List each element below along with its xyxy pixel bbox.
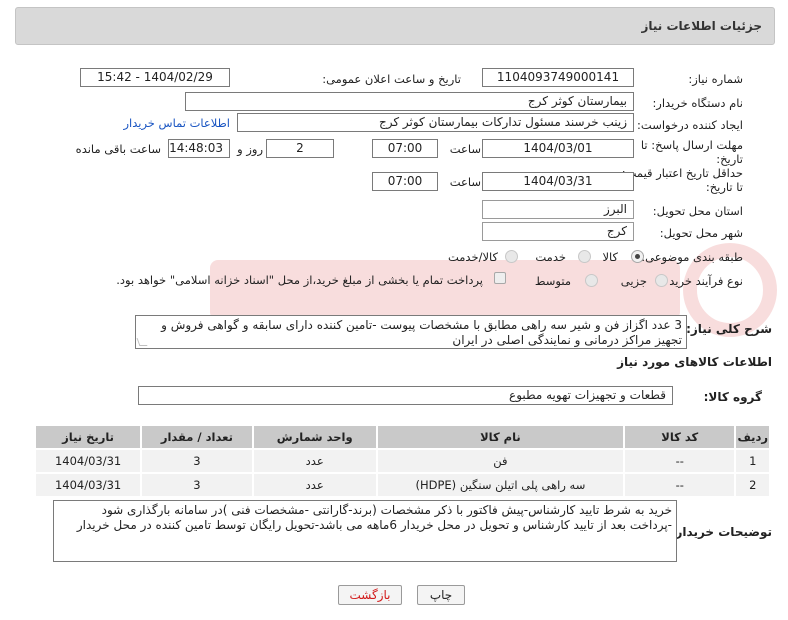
buyer-notes-text: خرید به شرط تایید کارشناس-پیش فاکتور با … <box>76 503 672 532</box>
table-header-row: ردیف کد کالا نام کالا واحد شمارش تعداد /… <box>33 424 771 450</box>
cell-unit: عدد <box>251 472 378 498</box>
cell-date: 1404/03/31 <box>33 448 143 474</box>
deadline-label-1: مهلت ارسال پاسخ: تا <box>640 138 743 152</box>
cell-code: -- <box>623 448 737 474</box>
col-name: نام کالا <box>375 424 626 450</box>
buyer-org-label: نام دستگاه خریدار: <box>652 96 743 110</box>
creator-field[interactable]: زینب خرسند مسئول تدارکات بیمارستان کوثر … <box>237 113 634 132</box>
need-number-field[interactable]: 1104093749000141 <box>482 68 634 87</box>
col-qty: تعداد / مقدار <box>140 424 254 450</box>
validity-label-1: حداقل تاریخ اعتبار قیمت: <box>621 166 743 180</box>
validity-label-2: تا تاریخ: <box>705 180 743 194</box>
deadline-date-field[interactable]: 1404/03/01 <box>482 139 634 158</box>
days-label: روز و <box>237 142 263 156</box>
col-code: کد کالا <box>623 424 737 450</box>
print-button[interactable]: چاپ <box>417 585 465 605</box>
process-label: نوع فرآیند خرید : <box>661 274 743 288</box>
cell-unit: عدد <box>251 448 378 474</box>
remaining-time-field[interactable]: 14:48:03 <box>168 139 230 158</box>
deadline-time-field[interactable]: 07:00 <box>372 139 438 158</box>
category-radio-goods[interactable] <box>631 250 644 263</box>
validity-time-field[interactable]: 07:00 <box>372 172 438 191</box>
page-title: جزئیات اطلاعات نیاز <box>641 19 762 33</box>
province-label: استان محل تحویل: <box>652 204 743 218</box>
cell-qty: 3 <box>140 448 254 474</box>
table-row: 1 -- فن عدد 3 1404/03/31 <box>33 448 771 474</box>
city-field[interactable]: کرج <box>482 222 634 241</box>
cell-date: 1404/03/31 <box>33 472 143 498</box>
remaining-label: ساعت باقی مانده <box>75 142 161 156</box>
process-option-medium: متوسط <box>534 274 571 288</box>
payment-note: پرداخت تمام یا بخشی از مبلغ خرید،از محل … <box>116 273 483 287</box>
goods-group-field[interactable]: قطعات و تجهیزات تهویه مطبوع <box>138 386 673 405</box>
deadline-label-2: تاریخ: <box>716 152 743 166</box>
header-bar: جزئیات اطلاعات نیاز <box>15 7 775 45</box>
col-date: تاریخ نیاز <box>33 424 143 450</box>
table-row: 2 -- سه راهی پلی اتیلن سنگین (HDPE) عدد … <box>33 472 771 498</box>
summary-label: شرح کلی نیاز: <box>686 322 772 336</box>
treasury-checkbox[interactable] <box>494 272 506 284</box>
category-radio-goods-service[interactable] <box>505 250 518 263</box>
deadline-time-label: ساعت <box>449 142 481 156</box>
summary-textarea[interactable]: 3 عدد اگزاز فن و شیر سه راهی مطابق با مش… <box>135 315 687 349</box>
city-label: شهر محل تحویل: <box>659 226 743 240</box>
buyer-org-field[interactable]: بیمارستان کوثر کرج <box>185 92 634 111</box>
announce-field[interactable]: 1404/02/29 - 15:42 <box>80 68 230 87</box>
creator-label: ایجاد کننده درخواست: <box>637 118 743 132</box>
validity-date-field[interactable]: 1404/03/31 <box>482 172 634 191</box>
category-option-goods: کالا <box>602 250 618 264</box>
cell-name: سه راهی پلی اتیلن سنگین (HDPE) <box>375 472 626 498</box>
announce-label: تاریخ و ساعت اعلان عمومی: <box>322 72 461 86</box>
goods-section-title: اطلاعات کالاهای مورد نیاز <box>617 355 772 369</box>
category-option-goods-service: کالا/خدمت <box>447 250 498 264</box>
province-field[interactable]: البرز <box>482 200 634 219</box>
process-radio-medium[interactable] <box>585 274 598 287</box>
cell-row: 1 <box>734 448 771 474</box>
resize-grip-icon[interactable] <box>136 338 148 346</box>
buyer-notes-textarea[interactable]: خرید به شرط تایید کارشناس-پیش فاکتور با … <box>53 500 677 562</box>
col-row: ردیف <box>734 424 771 450</box>
buyer-contact-link[interactable]: اطلاعات تماس خریدار <box>123 116 230 130</box>
category-label: طبقه بندی موضوعی: <box>641 250 743 264</box>
process-radio-partial[interactable] <box>655 274 668 287</box>
summary-text: 3 عدد اگزاز فن و شیر سه راهی مطابق با مش… <box>161 318 682 347</box>
category-option-service: خدمت <box>535 250 566 264</box>
cell-code: -- <box>623 472 737 498</box>
col-unit: واحد شمارش <box>251 424 378 450</box>
category-radio-service[interactable] <box>578 250 591 263</box>
validity-time-label: ساعت <box>449 175 481 189</box>
back-button[interactable]: بازگشت <box>338 585 402 605</box>
cell-row: 2 <box>734 472 771 498</box>
buyer-notes-label: توضیحات خریدار: <box>670 525 772 539</box>
cell-name: فن <box>375 448 626 474</box>
need-number-label: شماره نیاز: <box>688 72 743 86</box>
items-table: ردیف کد کالا نام کالا واحد شمارش تعداد /… <box>33 424 771 498</box>
cell-qty: 3 <box>140 472 254 498</box>
process-option-partial: جزیی <box>620 274 647 288</box>
goods-group-label: گروه کالا: <box>703 390 762 404</box>
days-field[interactable]: 2 <box>266 139 334 158</box>
